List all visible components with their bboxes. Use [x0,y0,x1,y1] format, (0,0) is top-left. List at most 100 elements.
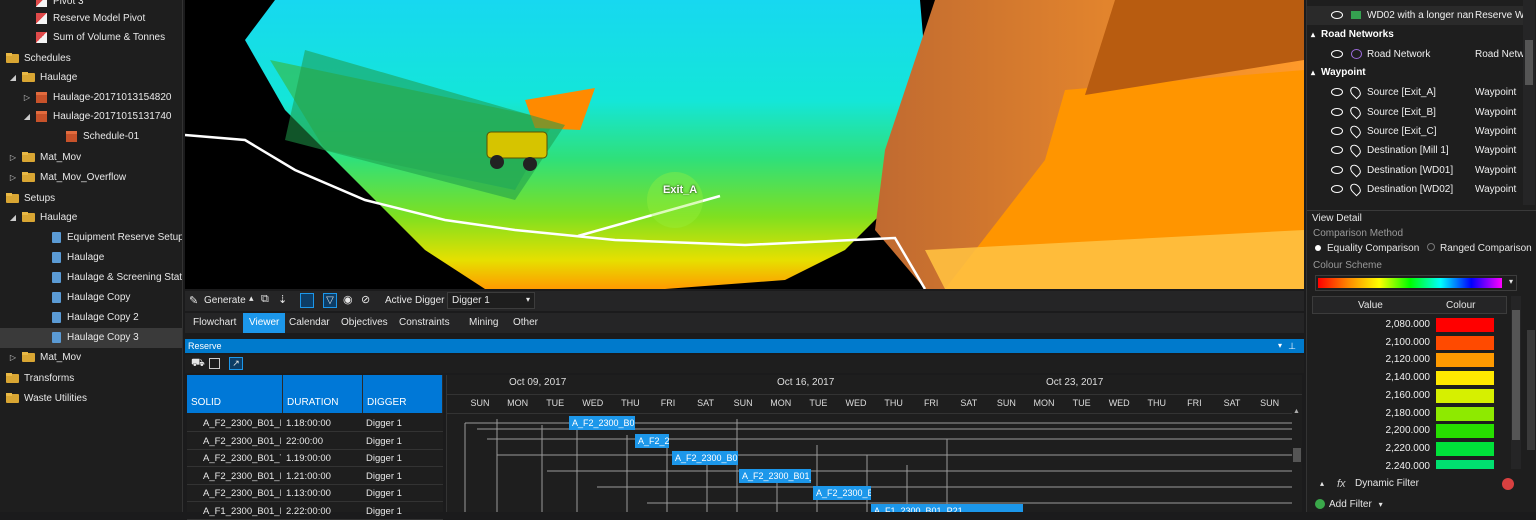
eye-icon[interactable] [1331,165,1343,174]
table-row[interactable]: A_F2_2300_B01_P0 1.18:00:00 Digger 1 [187,415,443,432]
colour-row[interactable]: 2,080.000 [1312,316,1497,334]
eye-icon[interactable] [1331,50,1343,58]
layer-row-wd02[interactable]: WD02 with a longer nan Reserve Wa [1307,6,1530,25]
gantt-task-bar[interactable]: A_F2_2300_B01 [672,451,738,465]
tree-node[interactable]: ▷ Waste Utilities [0,389,182,409]
layer-row[interactable]: Road Network Road Netw [1307,45,1524,64]
colour-swatch[interactable] [1436,353,1494,368]
colour-swatch[interactable] [1436,371,1494,386]
eye-icon[interactable] [1331,88,1343,97]
collapse-icon[interactable]: ▴ [1311,30,1315,39]
layer-group-header[interactable]: ▴ Waypoint [1311,64,1366,82]
colour-swatch[interactable] [1436,406,1494,421]
colour-swatch[interactable] [1436,388,1494,403]
colour-row[interactable]: 2,180.000 [1312,405,1497,423]
layer-row[interactable]: Destination [WD01] Waypoint [1307,161,1523,180]
tree-node[interactable]: ▷ Mat_Mov [0,148,182,168]
3d-viewport[interactable]: Exit_A [185,0,1304,289]
chevron-up-icon[interactable]: ▴ [1320,474,1324,494]
equality-radio[interactable]: Equality Comparison [1315,243,1419,254]
gantt-task-bar[interactable]: A_F1_2300_B01_P21 [871,503,1023,512]
tree-node[interactable]: Reserve Model Pivot [0,9,182,29]
tree-node[interactable]: Haulage Copy 3 [0,328,182,348]
eye-icon[interactable] [1331,107,1343,116]
tree-node[interactable]: Equipment Reserve Setup [0,228,182,248]
tree-node[interactable]: ▷ Haulage-20171013154820 [0,88,182,108]
eye-off-icon[interactable]: ⊘ [361,293,370,306]
dynamic-filter-row[interactable]: ▴ fx Dynamic Filter [1312,474,1522,494]
tree-node[interactable]: ◢ Setups [0,189,182,209]
select-icon[interactable] [300,293,314,308]
expand-toggle-icon[interactable]: ▷ [8,148,18,168]
expand-toggle-icon[interactable]: ▷ [0,369,2,389]
expand-toggle-icon[interactable]: ◢ [22,107,32,127]
colour-row[interactable]: 2,160.000 [1312,387,1497,405]
tab-flowchart[interactable]: Flowchart [187,313,242,333]
sort-icon[interactable]: ⇣ [278,293,287,306]
column-header-duration[interactable]: DURATION [283,375,363,413]
ranged-radio[interactable]: Ranged Comparison [1427,243,1532,254]
detail-scrollbar[interactable] [1527,330,1535,450]
column-header-digger[interactable]: DIGGER [363,375,443,413]
expand-toggle-icon[interactable]: ▷ [8,348,18,368]
tree-node[interactable]: ▷ Mat_Mov [0,348,182,368]
tree-node[interactable]: Haulage Copy 2 [0,308,182,328]
run-icon[interactable]: ⛟ [191,357,205,371]
tree-node[interactable]: ◢ Haulage-20171015131740 [0,107,182,127]
table-row[interactable]: A_F2_2300_B01_P0 1.21:00:00 Digger 1 [187,468,443,485]
tree-node[interactable]: ▷ Transforms [0,369,182,389]
gantt-vertical-scrollbar[interactable]: ▲ [1292,408,1302,512]
layer-row[interactable]: Destination [WD02] Waypoint [1307,180,1523,199]
layer-row[interactable]: Destination [Mill 1] Waypoint [1307,141,1523,160]
generate-button[interactable]: Generate [204,295,246,306]
expand-toggle-icon[interactable]: ▷ [22,88,32,108]
tab-calendar[interactable]: Calendar [283,313,336,333]
collapse-icon[interactable]: ▴ [1311,68,1315,77]
colour-swatch[interactable] [1436,424,1494,439]
expand-toggle-icon[interactable]: ▷ [8,168,18,188]
tab-mining[interactable]: Mining [463,313,504,333]
colour-swatch[interactable] [1436,441,1494,456]
table-row[interactable]: A_F2_2300_B01_T0 1.19:00:00 Digger 1 [187,450,443,467]
add-filter-button[interactable]: Add Filter ▾ [1315,498,1383,512]
layer-row[interactable]: Source [Exit_B] Waypoint [1307,103,1523,122]
tree-node[interactable]: Haulage & Screening Stat [0,268,182,288]
expand-toggle-icon[interactable]: ◢ [0,49,2,69]
tab-viewer[interactable]: Viewer [243,313,286,333]
colour-swatch[interactable] [1436,318,1494,332]
eye-icon[interactable] [1331,146,1343,155]
layers-scrollbar[interactable] [1523,0,1535,205]
colour-row[interactable]: 2,220.000 [1312,440,1497,458]
gantt-task-bar[interactable]: A_F2_2300_B01_I [739,468,811,483]
tree-node[interactable]: Schedule-01 [0,127,182,147]
colour-row[interactable]: 2,140.000 [1312,369,1497,387]
active-digger-select[interactable]: Digger 1 ▾ [447,292,535,309]
colour-table-scrollbar[interactable] [1511,296,1521,469]
layer-group-header[interactable]: ▴ Road Networks [1311,26,1394,44]
table-row[interactable]: A_F2_2300_B01_P0 22:00:00 Digger 1 [187,433,443,450]
expand-toggle-icon[interactable]: ◢ [8,68,18,88]
eye-icon[interactable] [1331,126,1343,135]
filter-icon[interactable]: ▽ [323,293,337,308]
layer-row[interactable]: Source [Exit_C] Waypoint [1307,122,1523,141]
table-row[interactable]: A_F2_2300_B01_P0 1.13:00:00 Digger 1 [187,485,443,502]
eye-icon[interactable] [1331,184,1343,193]
colour-row[interactable]: 2,200.000 [1312,422,1497,440]
tree-node[interactable]: Haulage Copy [0,288,182,308]
tab-other[interactable]: Other [507,313,544,333]
pin-icon[interactable]: ⊥ [1288,339,1296,353]
expand-toggle-icon[interactable]: ▷ [0,389,2,409]
tab-objectives[interactable]: Objectives [335,313,394,333]
colour-scheme-select[interactable]: ▾ [1315,275,1517,291]
gantt-task-bar[interactable]: A_F2_2300_Bi [813,486,871,500]
remove-icon[interactable] [1502,478,1514,490]
chevron-up-icon[interactable]: ▴ [249,293,254,304]
tree-node[interactable]: ◢ Haulage [0,68,182,88]
tree-node[interactable]: ▷ Mat_Mov_Overflow [0,168,182,188]
column-header-solid[interactable]: SOLID [187,375,283,413]
panel-dropdown-icon[interactable]: ▾ [1278,339,1282,353]
chart-icon[interactable]: ↗ [229,357,243,370]
colour-row[interactable]: 2,100.000 [1312,334,1497,352]
layer-row[interactable]: Source [Exit_A] Waypoint [1307,83,1523,102]
colour-swatch[interactable] [1436,335,1494,350]
